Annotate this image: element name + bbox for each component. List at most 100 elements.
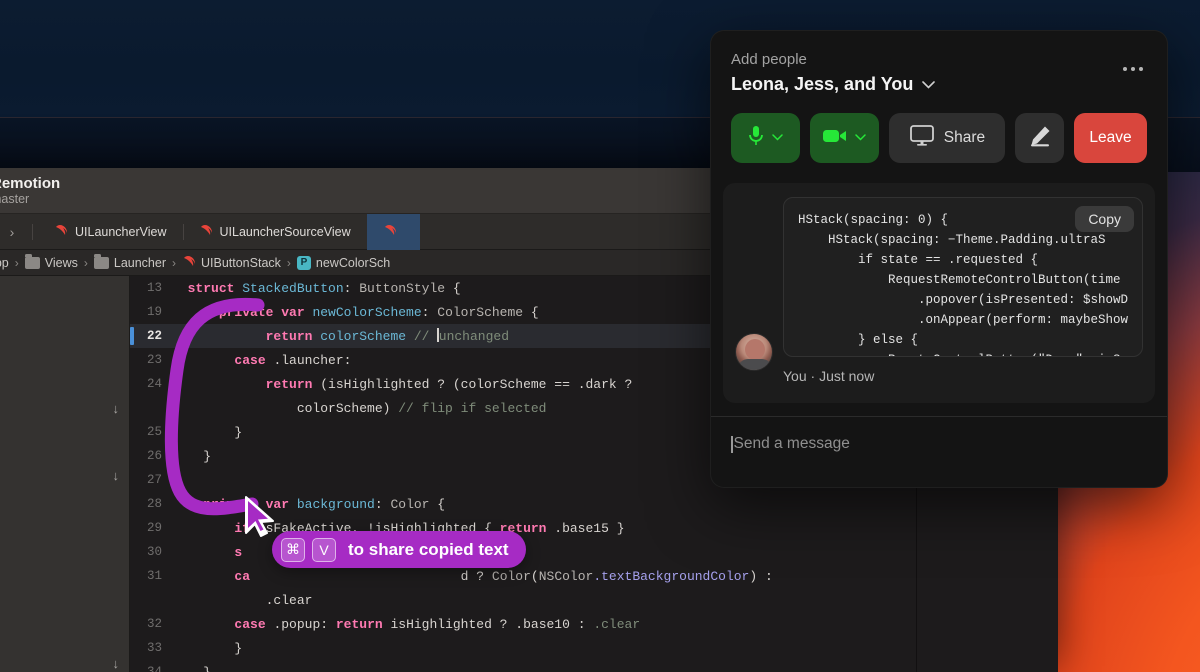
breadcrumb-label: Views bbox=[44, 255, 78, 270]
code-text: case .launcher: bbox=[234, 352, 352, 368]
breadcrumb-item-views[interactable]: Views bbox=[24, 254, 78, 270]
download-arrow-icon: ↓ bbox=[112, 400, 120, 416]
code-line[interactable]: 33 } bbox=[130, 636, 242, 660]
current-line-indicator bbox=[130, 327, 134, 345]
call-panel: Add people Leona, Jess, and You Share Le… bbox=[710, 30, 1168, 488]
shortcut-hint-badge: ⌘ V to share copied text bbox=[272, 531, 526, 568]
code-line[interactable]: .clear bbox=[130, 588, 313, 612]
code-line[interactable]: 25 } bbox=[130, 420, 242, 444]
code-line[interactable]: 23 case .launcher: bbox=[130, 348, 351, 372]
line-number: 31 bbox=[146, 569, 162, 583]
message-item: HStack(spacing: 0) { HStack(spacing: −Th… bbox=[735, 197, 1143, 384]
code-line[interactable]: 28 private var background: Color { bbox=[130, 492, 445, 516]
line-number: 23 bbox=[146, 353, 162, 367]
navigator-item[interactable]: ug bbox=[0, 544, 119, 562]
line-number: 29 bbox=[146, 521, 162, 535]
copy-button[interactable]: Copy bbox=[1075, 206, 1134, 232]
chevron-down-icon[interactable] bbox=[922, 77, 936, 92]
code-line[interactable]: 34 } bbox=[130, 660, 211, 672]
breadcrumb-item-property[interactable]: P newColorSch bbox=[296, 255, 391, 270]
scheme-name: Remotion bbox=[0, 174, 61, 192]
pen-icon bbox=[1028, 125, 1052, 152]
folder-icon bbox=[24, 254, 40, 269]
breadcrumb-label: App bbox=[0, 255, 9, 270]
navigator-item[interactable]: oarding bbox=[0, 628, 119, 646]
message-composer[interactable]: Send a message bbox=[711, 417, 1167, 471]
mic-icon bbox=[748, 125, 764, 152]
forward-icon[interactable]: › bbox=[0, 220, 24, 244]
property-icon: P bbox=[296, 255, 311, 270]
line-number: 22 bbox=[146, 329, 162, 343]
navigator-item[interactable]: ↓ bbox=[0, 399, 120, 417]
scheme-branch: master bbox=[0, 191, 30, 206]
breadcrumb-item-uibuttonstack[interactable]: UIButtonStack bbox=[182, 255, 281, 270]
avatar bbox=[735, 333, 773, 371]
code-text: ca d ? Color(NSColor.textBackgroundColor… bbox=[234, 568, 773, 584]
breadcrumb-separator: › bbox=[14, 255, 19, 270]
breadcrumb-item-launcher[interactable]: Launcher bbox=[93, 254, 166, 270]
v-key-icon: V bbox=[312, 537, 336, 562]
chevron-down-icon[interactable] bbox=[855, 132, 867, 144]
code-text: colorScheme) // flip if selected bbox=[296, 400, 547, 416]
command-key-icon: ⌘ bbox=[281, 537, 305, 562]
breadcrumb-separator: › bbox=[172, 255, 176, 270]
navigator-item[interactable]: ↓ bbox=[0, 466, 120, 484]
line-number: 26 bbox=[146, 449, 162, 463]
leave-button[interactable]: Leave bbox=[1074, 113, 1148, 163]
call-panel-header: Add people Leona, Jess, and You bbox=[711, 31, 1167, 95]
breadcrumb-separator: › bbox=[83, 255, 88, 270]
navigator-item[interactable]: mates bbox=[0, 496, 119, 514]
add-people-label[interactable]: Add people bbox=[731, 51, 1147, 68]
screen-share-icon bbox=[909, 125, 934, 151]
scheme-selector[interactable]: Remotion master bbox=[0, 175, 60, 207]
code-text: } bbox=[172, 448, 212, 464]
breadcrumb-label: UIButtonStack bbox=[201, 255, 281, 270]
code-line[interactable]: 30 s bbox=[130, 540, 242, 564]
line-number: 19 bbox=[146, 305, 162, 319]
navigator-item[interactable]: Details bbox=[0, 292, 119, 310]
line-number: 32 bbox=[146, 617, 162, 631]
breadcrumb-label: newColorSch bbox=[315, 255, 391, 270]
editor-tab-label: UILauncherSourceView bbox=[219, 224, 351, 239]
editor-tab-uilauncherview[interactable]: UILauncherView bbox=[38, 214, 183, 250]
line-number: 33 bbox=[146, 641, 162, 655]
editor-tab-uilaunchersourceview[interactable]: UILauncherSourceView bbox=[182, 214, 367, 250]
code-text: return (isHighlighted ? (colorScheme == … bbox=[265, 376, 633, 392]
navigator-item[interactable]: ons↓ bbox=[0, 654, 120, 672]
draw-button[interactable] bbox=[1015, 113, 1065, 163]
line-number: 25 bbox=[146, 425, 162, 439]
editor-tab-label: UILauncherView bbox=[75, 224, 167, 239]
shortcut-hint-text: to share copied text bbox=[348, 539, 509, 559]
code-text: .clear bbox=[265, 592, 313, 608]
breadcrumb-label: Launcher bbox=[113, 255, 166, 270]
more-options-button[interactable] bbox=[1119, 63, 1147, 75]
code-text: private var background: Color { bbox=[203, 496, 446, 512]
camera-button[interactable] bbox=[810, 113, 880, 163]
code-snippet-card[interactable]: HStack(spacing: 0) { HStack(spacing: −Th… bbox=[783, 197, 1143, 357]
screen: Remotion master Remotion Dev × ⤡ bbox=[0, 0, 1200, 672]
mic-button[interactable] bbox=[731, 113, 801, 163]
code-text: case .popup: return isHighlighted ? .bas… bbox=[234, 616, 641, 632]
code-line[interactable]: 19 private var newColorScheme: ColorSche… bbox=[130, 300, 539, 324]
swift-icon bbox=[54, 224, 68, 239]
editor-tab-selected[interactable] bbox=[366, 213, 420, 250]
participants-row[interactable]: Leona, Jess, and You bbox=[731, 74, 1147, 95]
code-line[interactable]: colorScheme) // flip if selected bbox=[130, 396, 547, 420]
message-timestamp: Just now bbox=[819, 368, 875, 384]
code-line[interactable]: 27 bbox=[130, 468, 172, 492]
code-line[interactable]: 32 case .popup: return isHighlighted ? .… bbox=[130, 612, 640, 636]
line-number: 28 bbox=[146, 497, 162, 511]
chevron-down-icon[interactable] bbox=[772, 132, 783, 144]
breadcrumb-item-app[interactable]: App bbox=[0, 256, 9, 270]
message-meta: You · Just now bbox=[783, 368, 1143, 384]
line-number: 24 bbox=[146, 377, 162, 391]
share-button[interactable]: Share bbox=[889, 113, 1006, 163]
code-line[interactable]: 24 return (isHighlighted ? (colorScheme … bbox=[130, 372, 632, 396]
navigator-item[interactable]: nsions bbox=[0, 574, 119, 592]
folder-icon bbox=[93, 254, 109, 269]
message-separator: · bbox=[810, 368, 816, 384]
line-number: 34 bbox=[146, 665, 162, 672]
code-line[interactable]: 26 } bbox=[130, 444, 211, 468]
line-number: 13 bbox=[146, 281, 162, 295]
code-line[interactable]: 13 struct StackedButton: ButtonStyle { bbox=[130, 276, 461, 300]
